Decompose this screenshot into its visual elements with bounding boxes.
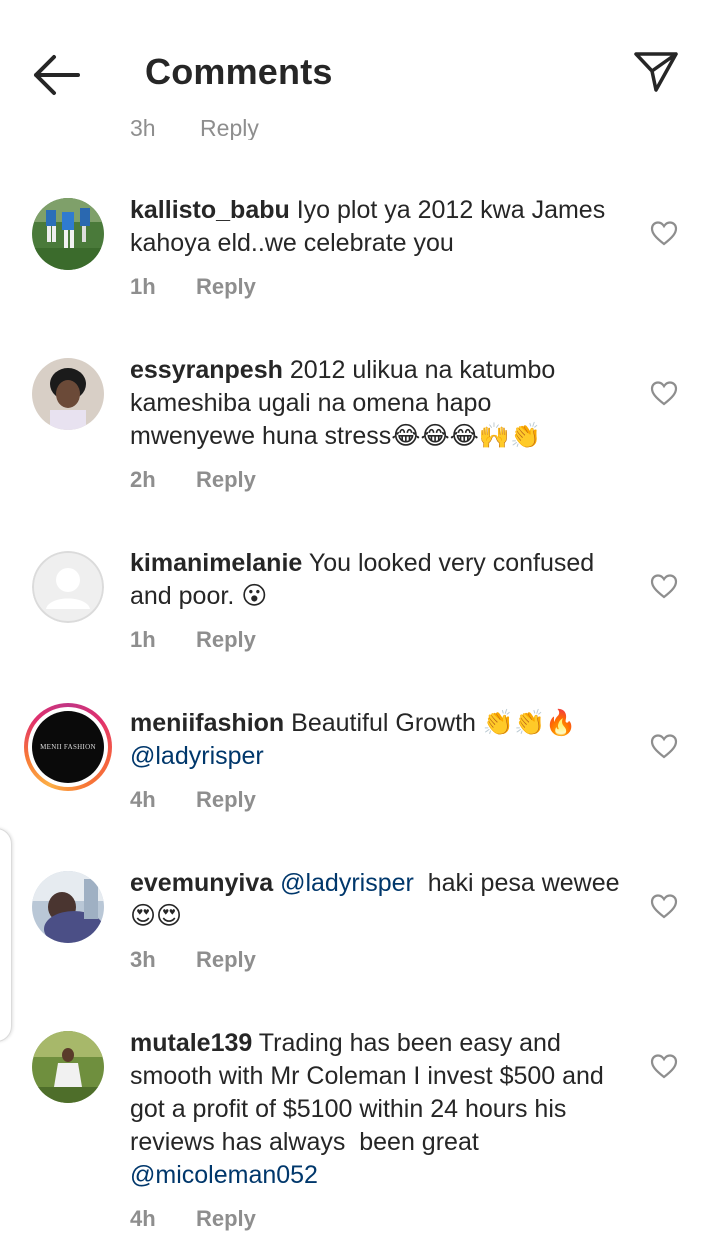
comment-meta: 3h Reply xyxy=(130,947,256,973)
reply-button[interactable]: Reply xyxy=(196,947,256,972)
heart-icon xyxy=(650,221,678,246)
avatar[interactable] xyxy=(32,1031,104,1103)
heart-icon xyxy=(650,574,678,599)
comment-meta: 1h Reply xyxy=(130,274,256,300)
heart-icon xyxy=(650,734,678,759)
heart-icon xyxy=(650,381,678,406)
reply-button[interactable]: Reply xyxy=(196,274,256,299)
avatar[interactable] xyxy=(32,871,104,943)
like-button[interactable] xyxy=(650,1053,678,1079)
comment-username[interactable]: kallisto_babu xyxy=(130,196,290,224)
reply-button[interactable]: Reply xyxy=(200,115,259,140)
comment-text: kimanimelanie You looked very confused a… xyxy=(130,547,620,613)
comment-text: meniifashion Beautiful Growth 👏👏🔥 @ladyr… xyxy=(130,707,620,773)
like-button[interactable] xyxy=(650,380,678,406)
like-button[interactable] xyxy=(650,893,678,919)
comment-username[interactable]: kimanimelanie xyxy=(130,549,302,577)
mention-link[interactable]: @micoleman052 xyxy=(130,1161,318,1189)
comment-meta: 2h Reply xyxy=(130,467,256,493)
like-button[interactable] xyxy=(650,220,678,246)
comment-username[interactable]: meniifashion xyxy=(130,709,284,737)
avatar[interactable] xyxy=(32,551,104,623)
comment-username[interactable]: mutale139 xyxy=(130,1029,252,1057)
top-bar: Comments xyxy=(0,0,720,150)
avatar[interactable] xyxy=(32,198,104,270)
mention-link[interactable]: @ladyrisper xyxy=(130,742,264,770)
like-button[interactable] xyxy=(650,733,678,759)
avatar-logo-text: MENII FASHION xyxy=(40,743,96,751)
comment-time: 3h xyxy=(130,947,156,972)
page-title: Comments xyxy=(145,51,333,92)
default-avatar-icon xyxy=(32,551,104,623)
like-button[interactable] xyxy=(650,573,678,599)
comment-meta: 1h Reply xyxy=(130,627,256,653)
reply-button[interactable]: Reply xyxy=(196,627,256,652)
reply-button[interactable]: Reply xyxy=(196,467,256,492)
comment-text: kallisto_babu Iyo plot ya 2012 kwa James… xyxy=(130,194,620,260)
comment-time: 2h xyxy=(130,467,156,492)
share-button[interactable] xyxy=(632,48,680,96)
comment-text: essyranpesh 2012 ulikua na katumbo kames… xyxy=(130,354,620,453)
arrow-left-icon xyxy=(34,55,80,95)
comment-body: Beautiful Growth 👏👏🔥 xyxy=(291,709,577,737)
comment-text: mutale139 Trading has been easy and smoo… xyxy=(130,1027,620,1192)
comment-time: 4h xyxy=(130,787,156,812)
comment-time: 3h xyxy=(130,115,156,140)
comment-username[interactable]: evemunyiva xyxy=(130,869,273,897)
reply-button[interactable]: Reply xyxy=(196,787,256,812)
comment-meta: 4h Reply xyxy=(130,1206,256,1232)
reply-button[interactable]: Reply xyxy=(196,1206,256,1231)
story-ring-avatar[interactable]: MENII FASHION xyxy=(24,703,112,791)
paper-plane-icon xyxy=(634,52,678,92)
edge-panel-handle[interactable] xyxy=(0,828,12,1042)
mention-link[interactable]: @ladyrisper xyxy=(280,869,414,897)
heart-icon xyxy=(650,894,678,919)
comment-time: 1h xyxy=(130,627,156,652)
heart-icon xyxy=(650,1054,678,1079)
comment-username[interactable]: essyranpesh xyxy=(130,356,283,384)
comment-meta: 4h Reply xyxy=(130,787,256,813)
comment-time: 1h xyxy=(130,274,156,299)
clipped-comment-meta: 3h Reply xyxy=(130,112,259,140)
comment-time: 4h xyxy=(130,1206,156,1231)
comment-text: evemunyiva @ladyrisper haki pesa wewee😍😍 xyxy=(130,867,620,933)
avatar[interactable] xyxy=(32,358,104,430)
back-button[interactable] xyxy=(30,52,82,98)
